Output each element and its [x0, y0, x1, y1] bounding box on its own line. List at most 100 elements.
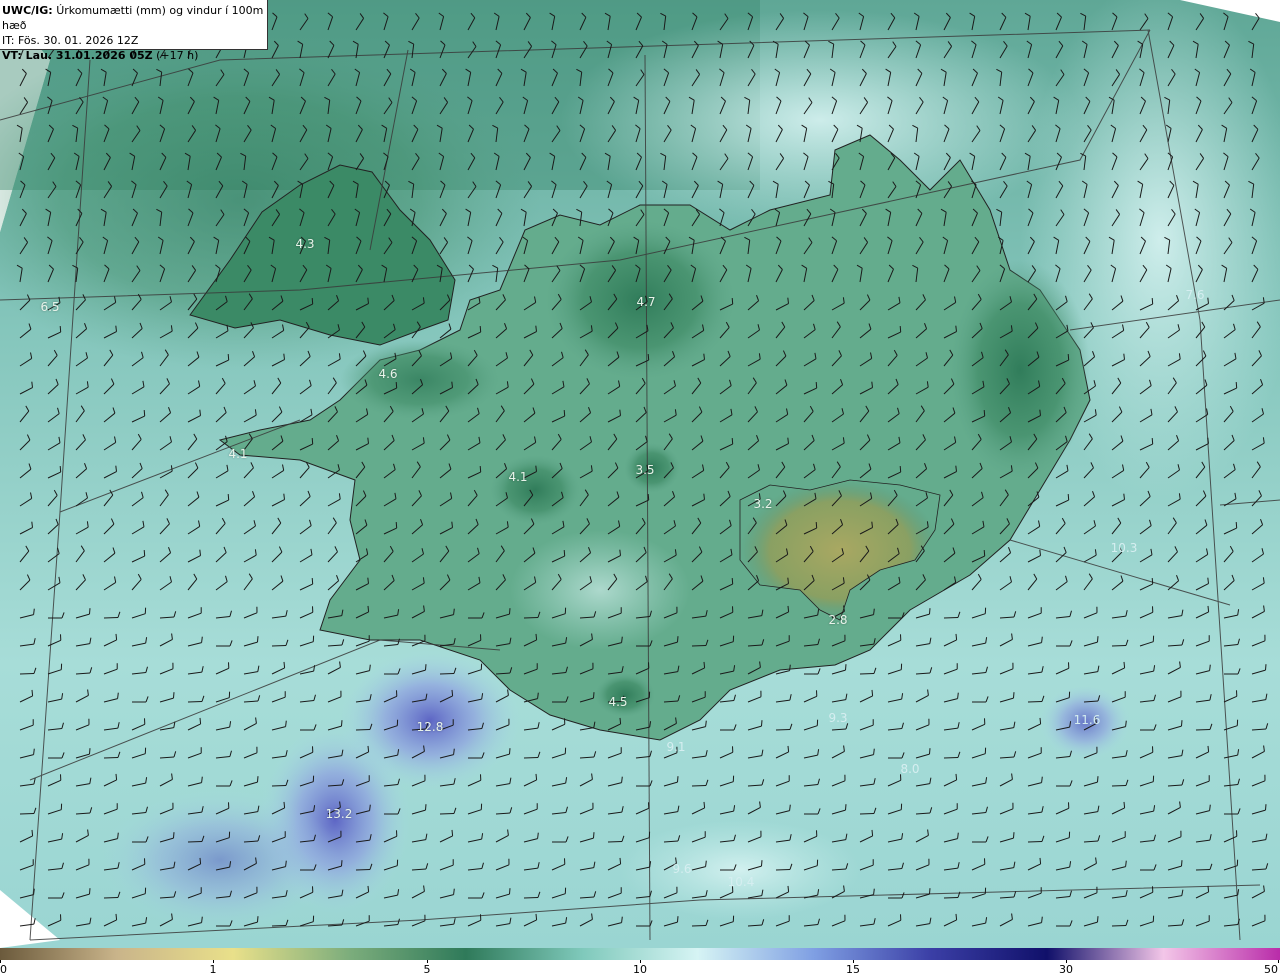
wind-barb-feather	[201, 776, 203, 783]
wind-barb	[1195, 729, 1211, 731]
wind-barb-feather	[677, 636, 679, 643]
wind-barb-feather	[955, 913, 958, 920]
colorbar-tick-mark	[213, 960, 214, 963]
wind-barb-feather	[787, 437, 789, 444]
wind-barb-feather	[143, 550, 146, 557]
value-label: 2.8	[828, 613, 848, 627]
wind-barb-feather	[285, 860, 287, 867]
wind-barb-feather	[731, 298, 734, 305]
wind-barb-feather	[899, 466, 902, 473]
colorbar-tick-mark	[1278, 960, 1279, 963]
wind-barb-feather	[955, 773, 958, 780]
value-label: 7.6	[1185, 288, 1205, 302]
wind-barb-feather	[703, 353, 705, 360]
wind-barb	[943, 617, 959, 619]
wind-barb-feather	[593, 692, 595, 699]
colorbar-tick-label: 0	[0, 963, 7, 976]
wind-barb-feather	[537, 692, 539, 699]
wind-barb-feather	[1209, 664, 1211, 671]
wind-barb-feather	[369, 804, 371, 811]
value-label: 8.0	[900, 762, 920, 776]
wind-barb	[439, 673, 455, 675]
wind-barb	[439, 813, 455, 815]
blue-core-southwest	[100, 790, 340, 930]
wind-barb-feather	[1039, 549, 1041, 556]
wind-barb-feather	[787, 577, 789, 584]
wind-barb-feather	[1041, 636, 1043, 643]
wind-barb-feather	[509, 608, 511, 615]
wind-barb-feather	[89, 888, 91, 895]
wind-barb-feather	[201, 636, 203, 643]
wind-barb	[271, 645, 287, 647]
wind-barb-feather	[761, 860, 763, 867]
wind-barb-feather	[31, 829, 34, 836]
wind-barb-feather	[117, 832, 119, 839]
wind-barb-feather	[143, 410, 146, 417]
wind-barb-feather	[899, 326, 902, 333]
wind-barb-feather	[59, 326, 62, 333]
wind-barb-feather	[117, 692, 119, 699]
wind-barb-feather	[957, 832, 959, 839]
wind-barb-feather	[367, 437, 369, 444]
wind-barb-feather	[31, 689, 34, 696]
colorbar-tick-mark	[427, 960, 428, 963]
wind-barb-feather	[1123, 801, 1126, 808]
eastfjords	[950, 260, 1090, 480]
wind-barb	[859, 813, 875, 815]
wind-barb-feather	[1123, 353, 1125, 360]
value-label: 4.5	[608, 695, 628, 709]
wind-barb-feather	[201, 916, 203, 923]
wind-barb-feather	[621, 776, 623, 783]
wind-barb-feather	[619, 857, 622, 864]
wind-barb-feather	[983, 550, 986, 557]
colorbar-tick-label: 30	[1059, 963, 1073, 976]
wind-barb-feather	[1125, 860, 1127, 867]
wind-barb	[1111, 645, 1127, 647]
wind-barb-feather	[479, 466, 482, 473]
value-label: 4.7	[636, 295, 656, 309]
wind-barb	[523, 757, 539, 759]
wind-barb-feather	[257, 776, 259, 783]
wind-barb	[103, 897, 119, 899]
wind-barb	[19, 673, 35, 675]
wind-barb	[943, 757, 959, 759]
init-time: IT: Fös. 30. 01. 2026 12Z	[2, 34, 139, 47]
map-header: UWC/IG: Úrkomumætti (mm) og vindur í 100…	[0, 0, 268, 62]
wind-barb-feather	[115, 913, 118, 920]
wind-barb-feather	[311, 578, 314, 585]
wind-barb-feather	[929, 888, 931, 895]
wind-barb-feather	[395, 522, 398, 529]
wind-barb-feather	[815, 382, 818, 389]
value-label: 12.8	[416, 720, 444, 734]
wind-barb-feather	[845, 804, 847, 811]
wind-barb-feather	[425, 664, 427, 671]
wind-barb-feather	[787, 605, 790, 612]
wind-barb-feather	[1067, 494, 1070, 501]
wind-barb-feather	[1207, 885, 1210, 892]
wind-barb	[523, 617, 539, 619]
wind-barb-feather	[761, 720, 763, 727]
wind-barb-feather	[33, 748, 35, 755]
wind-barb-feather	[451, 829, 454, 836]
wind-barb-feather	[367, 885, 370, 892]
colorbar-tick-label: 5	[423, 963, 431, 976]
wind-barb-feather	[1039, 857, 1042, 864]
wind-barb-feather	[1041, 776, 1043, 783]
langjokull-area	[490, 455, 580, 525]
wind-barb-feather	[1151, 578, 1154, 585]
wind-barb-feather	[115, 325, 117, 332]
wind-barb-feather	[621, 916, 623, 923]
wind-barb-feather	[341, 860, 343, 867]
wind-barb-feather	[703, 801, 706, 808]
wind-barb-feather	[815, 522, 818, 529]
wind-barb	[691, 645, 707, 647]
wind-barb-feather	[479, 326, 482, 333]
wind-barb-feather	[1181, 720, 1183, 727]
wind-barb-feather	[677, 776, 679, 783]
wind-barb-feather	[1207, 745, 1210, 752]
wind-barb-feather	[1207, 437, 1209, 444]
wind-barb	[607, 841, 623, 843]
valid-time-line: VT: Lau. 31.01.2026 05Z (+17 h)	[2, 48, 267, 63]
wind-barb-feather	[33, 608, 35, 615]
wind-barb-feather	[227, 494, 230, 501]
